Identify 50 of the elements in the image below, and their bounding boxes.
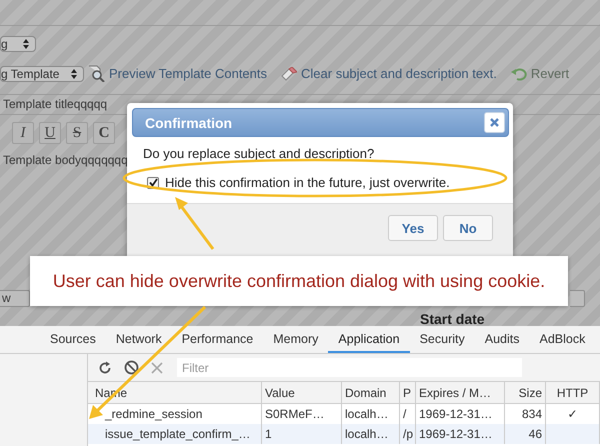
format-button[interactable]: S <box>66 122 88 144</box>
eraser-icon <box>281 66 298 80</box>
arrow <box>175 197 214 250</box>
updown-caret-icon <box>71 68 77 78</box>
table-cell: issue_template_confirm_… <box>88 424 262 444</box>
column-header[interactable]: Domain <box>342 382 400 404</box>
column-header[interactable]: HTTP <box>546 382 600 404</box>
table-cell: 46 <box>505 424 546 444</box>
block-icon[interactable] <box>124 360 139 375</box>
body-text: Template bodyqqqqqqq <box>3 153 128 167</box>
format-button[interactable]: U <box>39 122 61 144</box>
question-text: Do you replace subject and description? <box>143 146 376 161</box>
column-header[interactable]: Size <box>505 382 546 404</box>
table-row[interactable]: issue_template_confirm_… 1 localh… /p 1969-12-31… 46 <box>88 424 600 444</box>
dialog-button[interactable]: Yes <box>388 215 438 241</box>
toolbar-link[interactable]: Clear subject and description text. <box>281 66 497 81</box>
filter-field[interactable]: Filter <box>177 358 522 377</box>
column-header[interactable]: Value <box>262 382 342 404</box>
select-field[interactable]: g <box>0 36 36 52</box>
updown-caret-icon <box>23 39 29 49</box>
toolbar-link[interactable]: Preview Template Contents <box>88 65 268 82</box>
format-button[interactable]: C <box>93 122 115 144</box>
devtools-tab[interactable]: AdBlock <box>529 326 596 353</box>
table-cell: localh… <box>342 424 400 444</box>
devtools-tab[interactable]: Sources <box>40 326 106 353</box>
dialog-button[interactable]: No <box>443 215 493 241</box>
column-header[interactable]: P <box>400 382 416 404</box>
table-cell: 1 <box>262 424 342 444</box>
table-cell: 1969-12-31… <box>416 424 505 444</box>
input-field[interactable]: w <box>0 290 30 307</box>
start-date-label: Start date <box>420 311 485 326</box>
devtools-tab[interactable]: Security <box>410 326 475 353</box>
magnifier-document-icon <box>88 65 105 82</box>
format-button[interactable]: I <box>12 122 34 144</box>
subject-text: Template titleqqqqq <box>3 97 108 111</box>
select-field[interactable]: g Template <box>0 66 84 82</box>
devtools-tab[interactable]: Memory <box>263 326 328 353</box>
refresh-icon[interactable] <box>98 360 112 374</box>
devtools-tab[interactable]: Performance <box>172 326 264 353</box>
callout-text: User can hide overwrite confirmation dialog with using cookie. <box>52 270 546 292</box>
table-cell: /p <box>400 424 416 444</box>
close-icon <box>489 117 500 128</box>
close-button[interactable] <box>484 112 505 133</box>
devtools-tab[interactable]: Network <box>106 326 172 353</box>
devtools-tab[interactable]: Audits <box>474 326 530 353</box>
checkbox-label: Hide this confirmation in the future, just overwrite. <box>165 175 450 190</box>
column-header[interactable]: Expires / M… <box>416 382 505 404</box>
undo-arrow-icon <box>510 66 527 80</box>
dialog-title: Confirmation <box>145 114 232 130</box>
input-field[interactable] <box>570 290 585 307</box>
